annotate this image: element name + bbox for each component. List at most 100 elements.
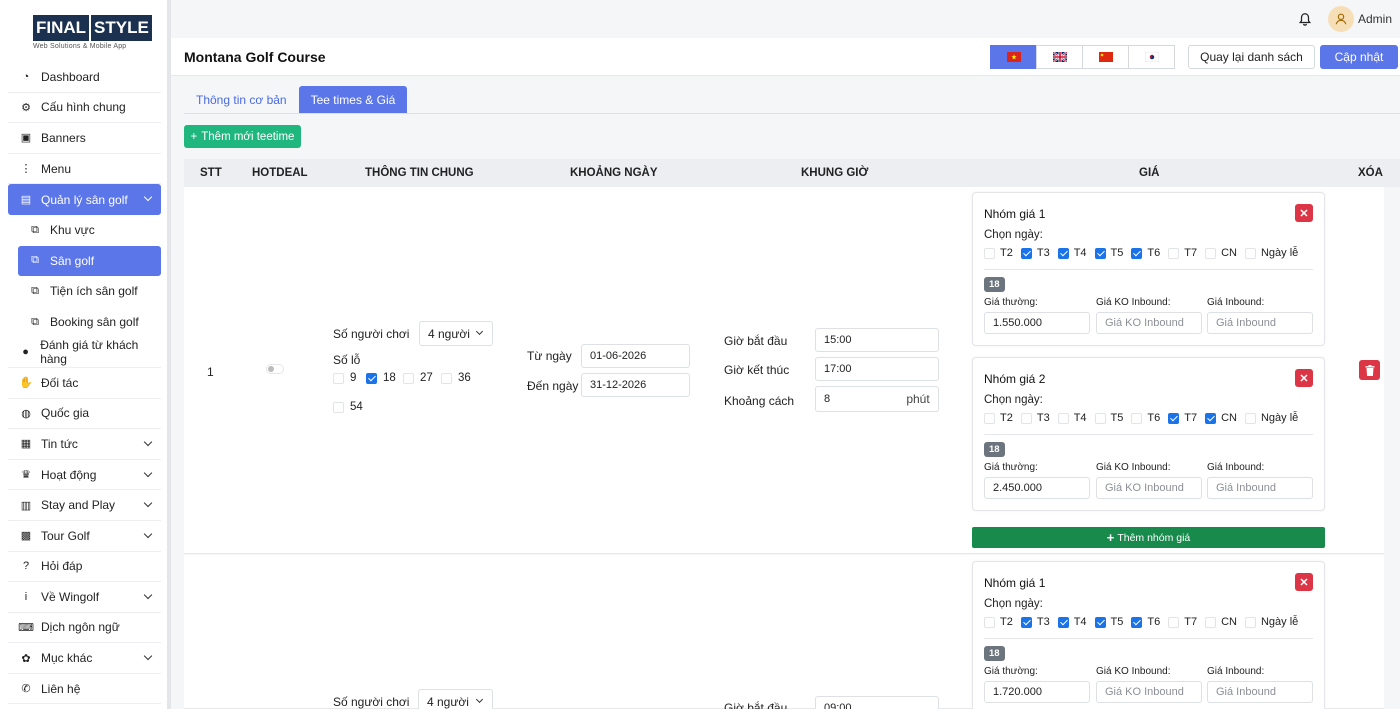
day-option[interactable]: T2 [984, 412, 1013, 424]
tab-tee-times[interactable]: Tee times & Giá [298, 86, 408, 114]
day-option[interactable]: Ngày lễ [1244, 247, 1298, 259]
back-to-list-button[interactable]: Quay lại danh sách [1188, 45, 1315, 69]
hole-option[interactable]: 9 [333, 372, 356, 384]
user-name[interactable]: Admin [1358, 12, 1392, 26]
hole-option[interactable]: 36 [441, 372, 471, 384]
checkbox[interactable] [1057, 247, 1069, 259]
sidebar-item-countries[interactable]: ◍ Quốc gia [8, 399, 161, 430]
sidebar-item-news[interactable]: ▦ Tin tức [8, 429, 161, 460]
checkbox[interactable] [333, 372, 344, 384]
day-option[interactable]: T4 [1057, 412, 1087, 424]
flag-korea-button[interactable] [1128, 45, 1175, 69]
tab-basic-info[interactable]: Thông tin cơ bản [184, 86, 299, 114]
sidebar-item-general-config[interactable]: ⚙ Cấu hình chung [8, 93, 161, 124]
checkbox[interactable] [1131, 247, 1143, 259]
sidebar-item-faq[interactable]: ? Hỏi đáp [8, 552, 161, 583]
day-option[interactable]: T2 [984, 616, 1013, 628]
day-option[interactable]: T4 [1057, 616, 1087, 628]
checkbox[interactable] [1020, 616, 1032, 628]
day-option[interactable]: CN [1205, 247, 1237, 259]
inbound-price-input[interactable]: Giá Inbound [1207, 681, 1313, 703]
day-option[interactable]: T4 [1057, 247, 1087, 259]
remove-group-button[interactable]: ✕ [1295, 573, 1313, 591]
checkbox[interactable] [1205, 247, 1217, 259]
avatar[interactable] [1328, 6, 1354, 32]
sidebar-item-others[interactable]: ✿ Mục khác [8, 643, 161, 674]
day-option[interactable]: T2 [984, 247, 1013, 259]
checkbox[interactable] [1244, 412, 1256, 424]
sidebar-item-dashboard[interactable]: ◔ Dashboard [8, 62, 161, 93]
sidebar-item-menu[interactable]: ⋮ Menu [8, 154, 161, 185]
flag-uk-button[interactable] [1036, 45, 1083, 69]
checkbox[interactable] [984, 412, 995, 424]
checkbox[interactable] [1057, 616, 1069, 628]
players-select[interactable]: 4 người [419, 321, 493, 346]
checkbox[interactable] [1131, 616, 1143, 628]
checkbox[interactable] [1094, 616, 1106, 628]
day-option[interactable]: T3 [1020, 247, 1050, 259]
regular-price-input[interactable]: 2.450.000 [984, 477, 1090, 499]
regular-price-input[interactable]: 1.720.000 [984, 681, 1090, 703]
checkbox[interactable] [366, 372, 377, 384]
checkbox[interactable] [1205, 616, 1217, 628]
end-time-input[interactable]: 17:00 [815, 357, 939, 381]
flag-vietnam-button[interactable] [990, 45, 1037, 69]
add-price-group-button[interactable]: + Thêm nhóm giá [972, 527, 1325, 548]
sidebar-item-golf-management[interactable]: ▤ Quản lý sân golf [8, 184, 161, 215]
day-option[interactable]: T5 [1094, 247, 1123, 259]
checkbox[interactable] [1244, 616, 1256, 628]
sidebar-item-partners[interactable]: ✋ Đối tác [8, 368, 161, 399]
sidebar-item-golf-courses[interactable]: ⧉ Sân golf [18, 245, 161, 277]
players-select[interactable]: 4 người [418, 689, 493, 709]
day-option[interactable]: T3 [1020, 616, 1050, 628]
day-option[interactable]: T6 [1131, 616, 1160, 628]
flag-china-button[interactable] [1082, 45, 1129, 69]
ko-inbound-price-input[interactable]: Giá KO Inbound [1096, 477, 1202, 499]
day-option[interactable]: T5 [1094, 616, 1123, 628]
day-option[interactable]: CN [1205, 616, 1237, 628]
sidebar-item-tour-golf[interactable]: ▩ Tour Golf [8, 521, 161, 552]
checkbox[interactable] [1057, 412, 1069, 424]
start-time-input[interactable]: 15:00 [815, 328, 939, 352]
sidebar-item-stay-and-play[interactable]: ▥ Stay and Play [8, 490, 161, 521]
hotdeal-toggle[interactable] [266, 364, 284, 374]
delete-row-button[interactable] [1359, 360, 1380, 380]
day-option[interactable]: Ngày lễ [1244, 616, 1298, 628]
inbound-price-input[interactable]: Giá Inbound [1207, 312, 1313, 334]
remove-group-button[interactable]: ✕ [1295, 369, 1313, 387]
sidebar-item-regions[interactable]: ⧉ Khu vực [8, 215, 161, 246]
checkbox[interactable] [1168, 412, 1180, 424]
checkbox[interactable] [984, 247, 995, 259]
day-option[interactable]: T7 [1168, 247, 1197, 259]
day-option[interactable]: CN [1205, 412, 1237, 424]
update-button[interactable]: Cập nhật [1320, 45, 1398, 69]
ko-inbound-price-input[interactable]: Giá KO Inbound [1096, 681, 1202, 703]
checkbox[interactable] [441, 372, 452, 384]
checkbox[interactable] [333, 401, 344, 413]
checkbox[interactable] [1094, 412, 1106, 424]
day-option[interactable]: Ngày lễ [1244, 412, 1298, 424]
bell-icon[interactable] [1298, 12, 1312, 26]
inbound-price-input[interactable]: Giá Inbound [1207, 477, 1313, 499]
checkbox[interactable] [984, 616, 995, 628]
sidebar-item-translations[interactable]: ⌨ Dịch ngôn ngữ [8, 613, 161, 644]
day-option[interactable]: T3 [1020, 412, 1050, 424]
ko-inbound-price-input[interactable]: Giá KO Inbound [1096, 312, 1202, 334]
sidebar-item-bookings[interactable]: ⧉ Booking sân golf [8, 307, 161, 338]
hole-option[interactable]: 27 [403, 372, 433, 384]
hole-option[interactable]: 54 [333, 401, 363, 413]
from-date-input[interactable]: 01-06-2026 [581, 344, 690, 368]
checkbox[interactable] [1168, 616, 1180, 628]
checkbox[interactable] [1020, 412, 1032, 424]
sidebar-item-contact[interactable]: ✆ Liên hệ [8, 674, 161, 705]
day-option[interactable]: T5 [1094, 412, 1123, 424]
start-time-input[interactable]: 09:00 [815, 696, 939, 709]
day-option[interactable]: T6 [1131, 412, 1160, 424]
checkbox[interactable] [1168, 247, 1180, 259]
checkbox[interactable] [1244, 247, 1256, 259]
sidebar-item-about[interactable]: i Về Wingolf [8, 582, 161, 613]
day-option[interactable]: T7 [1168, 412, 1197, 424]
sidebar-item-amenities[interactable]: ⧉ Tiện ích sân golf [8, 276, 161, 307]
remove-group-button[interactable]: ✕ [1295, 204, 1313, 222]
checkbox[interactable] [403, 372, 414, 384]
